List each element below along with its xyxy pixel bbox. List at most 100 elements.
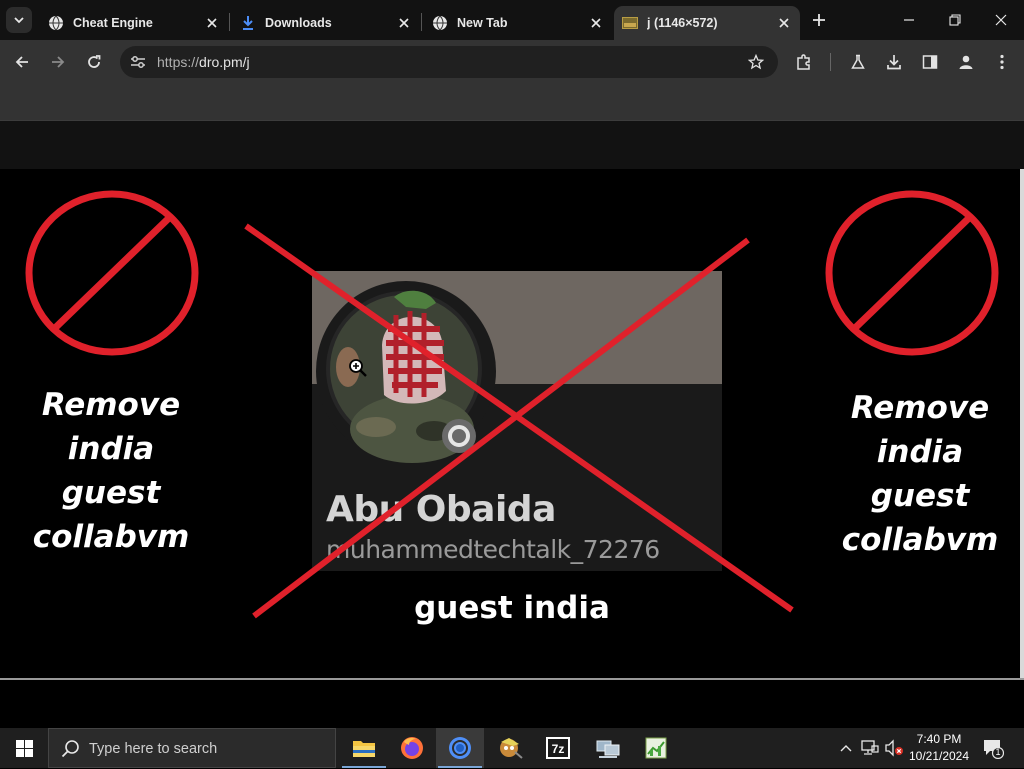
slogan-line: india xyxy=(876,434,964,470)
close-tab-icon[interactable] xyxy=(396,15,412,31)
prohibited-icon xyxy=(825,190,999,356)
side-panel-button[interactable] xyxy=(918,50,942,74)
back-button[interactable] xyxy=(10,50,34,74)
slogan-line: india xyxy=(67,431,155,467)
tab-separator xyxy=(421,13,422,31)
firefox-icon xyxy=(401,737,423,759)
network-app-icon xyxy=(596,740,620,758)
network-icon xyxy=(861,740,879,755)
page-bottom xyxy=(0,680,1024,728)
chrome-icon xyxy=(449,737,471,759)
taskbar-firefox[interactable] xyxy=(388,728,436,768)
tab-strip: Cheat Engine Downloads New Tab j (1146×5… xyxy=(0,0,1024,40)
taskbar-chrome[interactable] xyxy=(436,728,484,768)
image-icon xyxy=(622,15,638,31)
bookmark-button[interactable] xyxy=(744,50,768,74)
close-icon xyxy=(995,14,1007,26)
slogan-line: guest xyxy=(870,478,970,514)
taskbar-task-manager[interactable] xyxy=(632,728,680,768)
tab-new-tab[interactable]: New Tab xyxy=(424,6,612,40)
folder-icon xyxy=(353,741,375,757)
show-hidden-icons-button[interactable] xyxy=(836,738,856,758)
image-caption: guest india xyxy=(414,590,610,626)
tab-separator xyxy=(229,13,230,31)
tab-downloads[interactable]: Downloads xyxy=(232,6,420,40)
arrow-right-icon xyxy=(52,56,65,68)
star-icon xyxy=(748,54,764,70)
taskbar: Type here to search 7z 7:40 PM 10/21/202… xyxy=(0,728,1024,768)
volume-tray-button[interactable] xyxy=(884,738,904,758)
scrollbar[interactable] xyxy=(1020,169,1024,678)
download-icon xyxy=(240,15,256,31)
taskbar-7zip[interactable]: 7z xyxy=(534,728,582,768)
labs-button[interactable] xyxy=(846,50,870,74)
notification-center-button[interactable]: 1 xyxy=(982,737,1005,760)
close-tab-icon[interactable] xyxy=(588,15,604,31)
person-icon xyxy=(959,55,973,69)
new-tab-button[interactable] xyxy=(808,9,830,31)
page-margin xyxy=(0,121,1024,169)
taskbar-network-app[interactable] xyxy=(584,728,632,768)
download-icon xyxy=(887,55,901,70)
taskbar-clock[interactable]: 7:40 PM 10/21/2024 xyxy=(902,728,976,768)
close-window-button[interactable] xyxy=(978,0,1024,40)
menu-button[interactable] xyxy=(990,50,1014,74)
address-bar[interactable]: https://dro.pm/j xyxy=(120,46,778,78)
taskbar-mascot-app[interactable] xyxy=(486,728,534,768)
side-panel-icon xyxy=(922,55,938,69)
slogan-line: Remove xyxy=(850,390,990,426)
minimize-button[interactable] xyxy=(886,0,932,40)
restore-button[interactable] xyxy=(932,0,978,40)
tab-image[interactable]: j (1146×572) xyxy=(614,6,800,40)
tab-title: j (1146×572) xyxy=(647,16,718,30)
clock-time: 7:40 PM xyxy=(916,732,962,746)
plus-icon xyxy=(813,14,825,26)
search-placeholder: Type here to search xyxy=(89,741,218,757)
url-host: dro.pm/j xyxy=(199,54,250,70)
svg-text:7z: 7z xyxy=(552,742,565,756)
slogan-line: collabvm xyxy=(841,522,999,558)
downloads-button[interactable] xyxy=(882,50,906,74)
taskbar-search-input[interactable]: Type here to search xyxy=(48,728,336,768)
toolbar-separator xyxy=(830,53,831,71)
browser-toolbar: https://dro.pm/j xyxy=(0,40,1024,84)
windows-logo-icon xyxy=(15,739,33,757)
tab-title: Cheat Engine xyxy=(73,16,153,30)
extensions-button[interactable] xyxy=(792,50,816,74)
search-icon xyxy=(61,740,79,758)
globe-icon xyxy=(48,15,64,31)
close-tab-icon[interactable] xyxy=(204,15,220,31)
prohibited-icon xyxy=(25,190,199,356)
chevron-up-icon xyxy=(840,745,852,752)
slogan-line: guest xyxy=(61,475,161,511)
url-scheme: https:// xyxy=(157,54,200,70)
taskbar-file-explorer[interactable] xyxy=(340,728,388,768)
site-info-button[interactable] xyxy=(126,50,150,74)
restore-icon xyxy=(949,14,961,26)
url-text[interactable]: https://dro.pm/j xyxy=(157,46,250,78)
notification-count: 1 xyxy=(995,747,1001,757)
network-tray-button[interactable] xyxy=(860,738,880,758)
volume-muted-icon xyxy=(885,739,903,757)
tab-search-button[interactable] xyxy=(6,7,32,33)
profile-button[interactable] xyxy=(954,50,978,74)
tune-icon xyxy=(131,56,145,68)
flask-icon xyxy=(851,54,865,69)
chart-app-icon xyxy=(645,737,667,759)
forward-button[interactable] xyxy=(46,50,70,74)
arrow-left-icon xyxy=(15,56,28,68)
clock-date: 10/21/2024 xyxy=(908,749,970,763)
tab-title: New Tab xyxy=(457,16,508,30)
bookmarks-bar xyxy=(0,84,1024,120)
globe-icon xyxy=(432,15,448,31)
reload-button[interactable] xyxy=(82,50,106,74)
reload-icon xyxy=(88,55,101,68)
right-slogan: Remove india guest collabvm xyxy=(830,386,1010,562)
tab-cheat-engine[interactable]: Cheat Engine xyxy=(40,6,228,40)
close-tab-icon[interactable] xyxy=(776,15,792,31)
start-button[interactable] xyxy=(0,728,48,768)
slogan-line: collabvm xyxy=(32,519,190,555)
minimize-icon xyxy=(904,19,914,21)
mascot-app-icon xyxy=(500,738,523,759)
7zip-icon: 7z xyxy=(546,737,570,759)
